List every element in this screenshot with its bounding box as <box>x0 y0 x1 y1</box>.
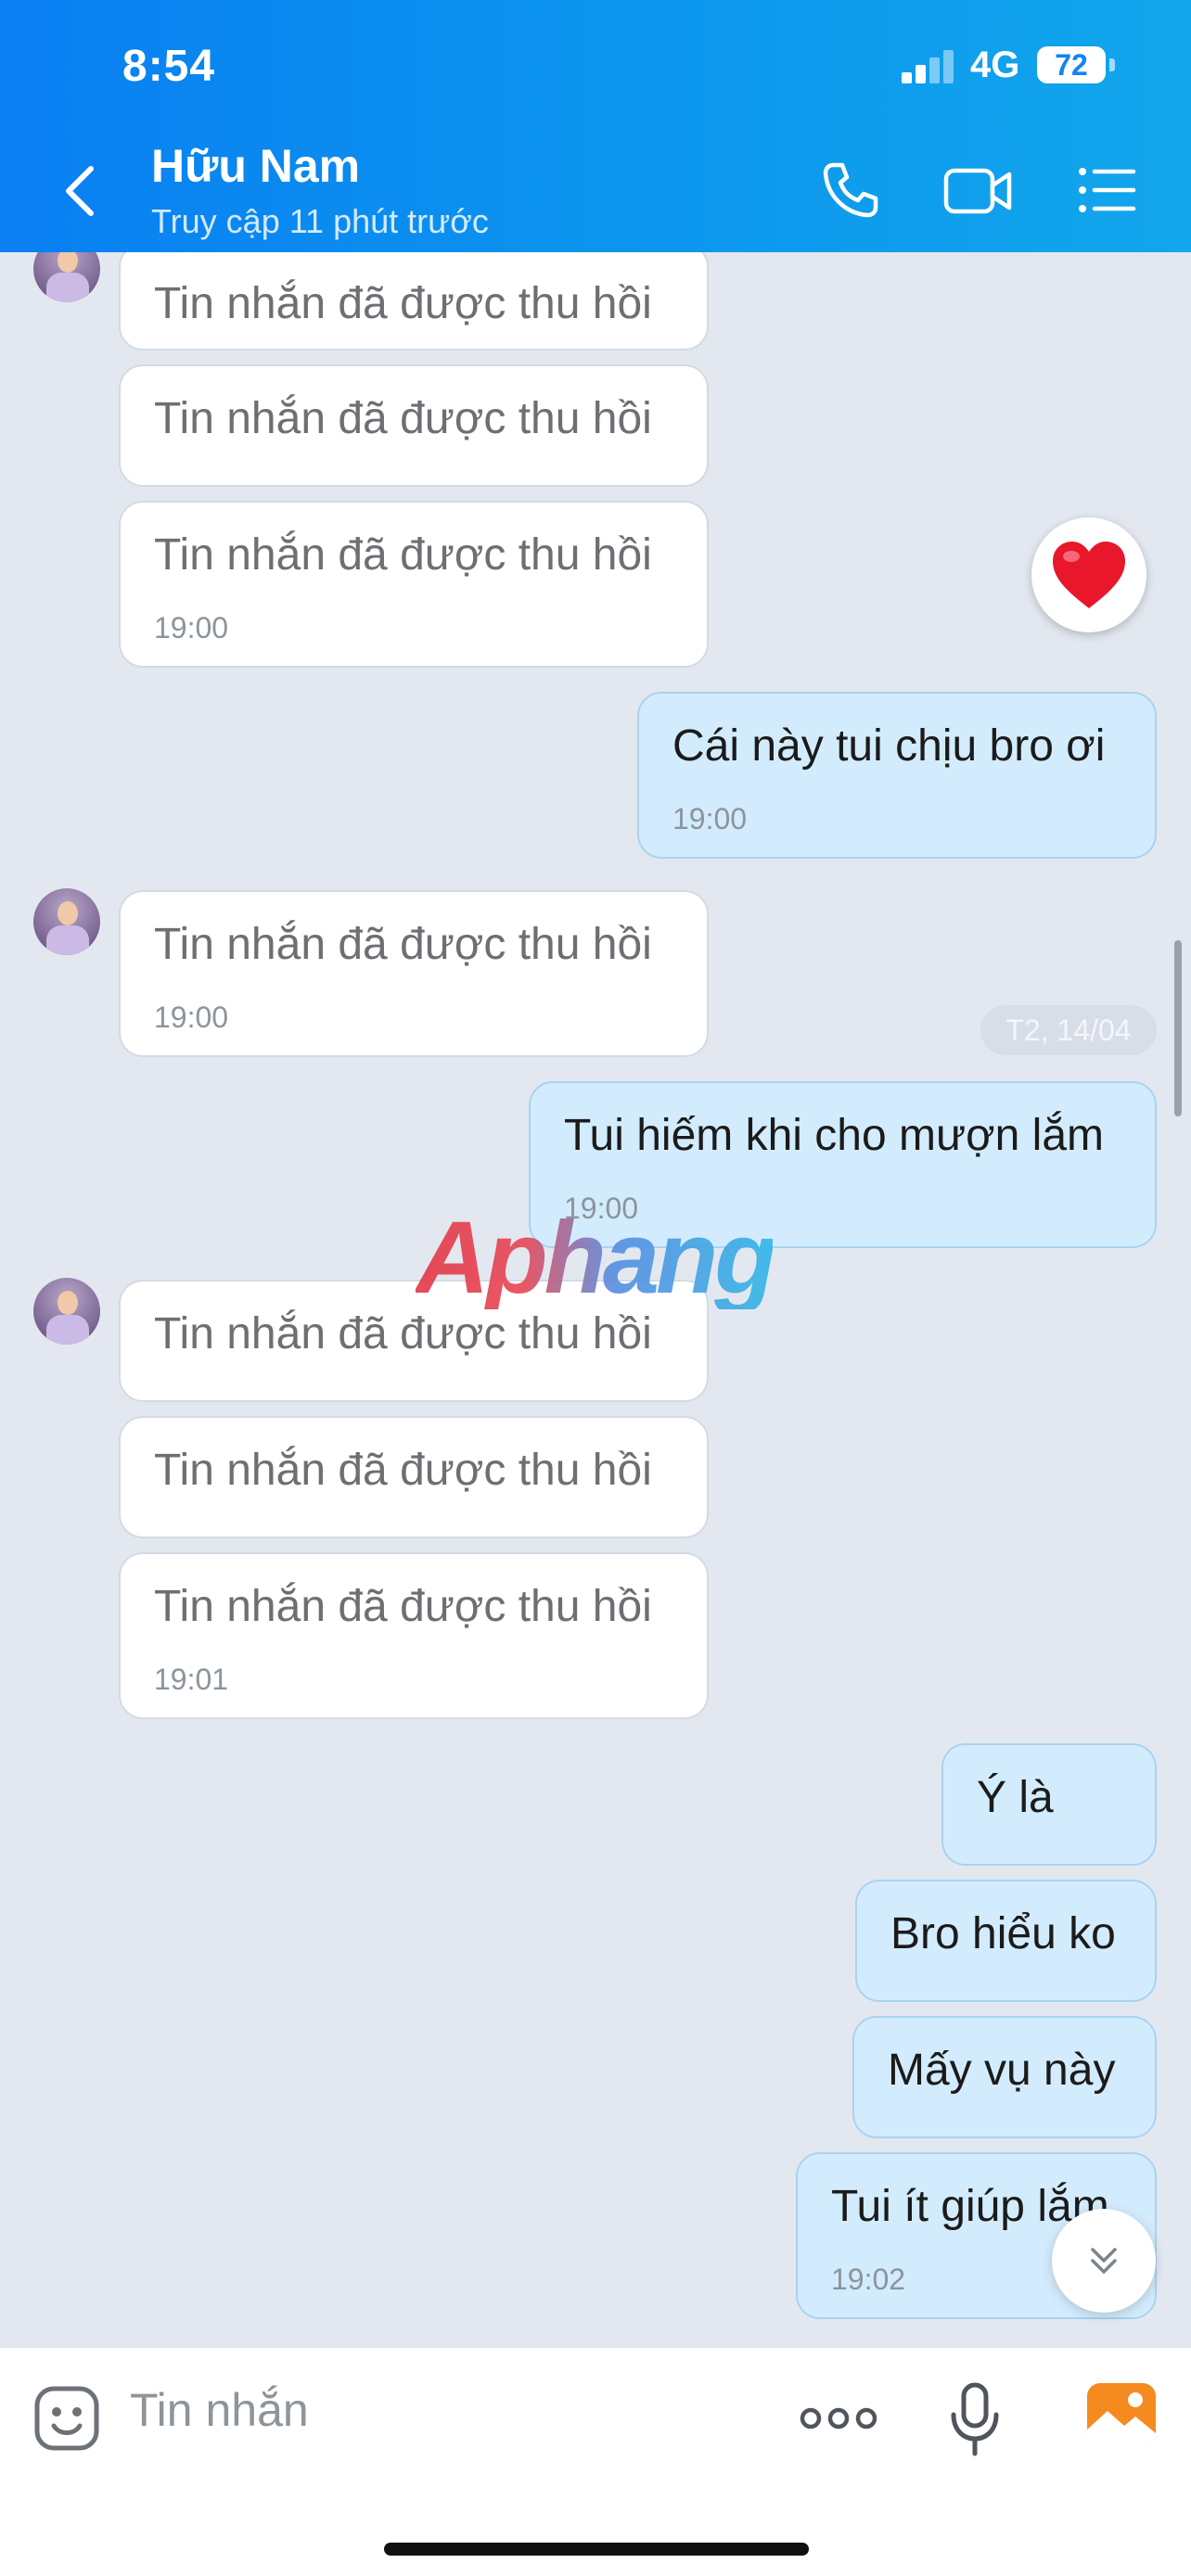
message-text: Tui hiếm khi cho mượn lắm <box>564 1111 1104 1160</box>
chevron-left-icon <box>66 166 94 216</box>
battery-tip <box>1109 58 1115 71</box>
message-bubble-sent[interactable]: Ý là <box>941 1743 1157 1866</box>
video-call-button[interactable] <box>942 159 1015 225</box>
message-text: Tin nhắn đã được thu hồi <box>154 1309 652 1358</box>
smiley-sticker-icon <box>34 2386 99 2451</box>
signal-icon <box>902 50 955 83</box>
list-menu-icon <box>1079 168 1136 212</box>
status-time: 8:54 <box>122 42 216 91</box>
contact-avatar[interactable] <box>33 888 100 955</box>
back-button[interactable] <box>58 163 104 219</box>
message-bubble-sent[interactable]: Bro hiểu ko <box>855 1880 1157 2002</box>
message-bubble-recalled[interactable]: Tin nhắn đã được thu hồi 19:00 <box>119 501 709 668</box>
message-bubble-recalled[interactable]: Tin nhắn đã được thu hồi <box>119 252 709 351</box>
message-text: Tin nhắn đã được thu hồi <box>154 279 652 328</box>
sticker-button[interactable] <box>32 2383 102 2458</box>
video-camera-icon <box>943 168 1012 214</box>
menu-button[interactable] <box>1076 159 1137 225</box>
message-text: Tin nhắn đã được thu hồi <box>154 920 652 969</box>
message-bubble-recalled[interactable]: Tin nhắn đã được thu hồi <box>119 1416 709 1538</box>
message-text: Cái này tui chịu bro ơi <box>672 721 1106 771</box>
network-type: 4G <box>970 45 1020 85</box>
message-text: Bro hiểu ko <box>890 1909 1116 1958</box>
more-options-button[interactable] <box>800 2400 877 2442</box>
message-bubble-recalled[interactable]: Tin nhắn đã được thu hồi 19:01 <box>119 1552 709 1719</box>
message-time: 19:00 <box>672 802 748 835</box>
message-time: 19:01 <box>154 1663 229 1696</box>
contact-avatar[interactable] <box>33 1278 100 1345</box>
message-bubble-sent[interactable]: Cái này tui chịu bro ơi 19:00 <box>637 692 1157 859</box>
message-text: Tin nhắn đã được thu hồi <box>154 1582 652 1631</box>
message-input[interactable]: Tin nhắn <box>130 2383 309 2437</box>
message-text: Tin nhắn đã được thu hồi <box>154 394 652 443</box>
message-text: Mấy vụ này <box>888 2046 1116 2095</box>
image-gallery-icon <box>1087 2383 1156 2446</box>
scrollbar[interactable] <box>1174 940 1182 1116</box>
contact-name[interactable]: Hữu Nam <box>151 139 360 193</box>
scroll-to-bottom-button[interactable] <box>1052 2209 1156 2313</box>
gallery-button[interactable] <box>1085 2381 1158 2453</box>
message-bubble-recalled[interactable]: Tin nhắn đã được thu hồi <box>119 364 709 487</box>
last-seen-status: Truy cập 11 phút trước <box>151 202 489 240</box>
more-dots-icon <box>800 2407 877 2429</box>
contact-avatar[interactable] <box>33 252 100 302</box>
message-time: 19:00 <box>154 1001 229 1034</box>
message-composer: Tin nhắn <box>0 2348 1191 2576</box>
message-time: 19:00 <box>154 611 229 644</box>
date-separator: T2, 14/04 <box>980 1005 1157 1055</box>
phone-icon <box>823 162 878 218</box>
message-text: Ý là <box>977 1773 1054 1822</box>
message-time: 19:02 <box>831 2263 906 2296</box>
watermark-logo: Aphang <box>416 1201 776 1315</box>
double-chevron-down-icon <box>1091 2248 1117 2274</box>
message-text: Tin nhắn đã được thu hồi <box>154 1446 652 1495</box>
chat-header: 8:54 4G 72 Hữu Nam Truy cập 11 phút trướ… <box>0 0 1191 252</box>
message-bubble-sent[interactable]: Mấy vụ này <box>852 2016 1157 2138</box>
battery-icon: 72 <box>1037 46 1106 83</box>
home-indicator[interactable] <box>384 2543 809 2556</box>
heart-icon <box>1053 542 1125 608</box>
reaction-heart-button[interactable] <box>1031 517 1146 632</box>
message-bubble-recalled[interactable]: Tin nhắn đã được thu hồi 19:00 <box>119 890 709 1057</box>
call-button[interactable] <box>820 159 881 225</box>
voice-message-button[interactable] <box>948 2381 1002 2464</box>
message-text: Tin nhắn đã được thu hồi <box>154 530 652 580</box>
microphone-icon <box>951 2382 999 2456</box>
